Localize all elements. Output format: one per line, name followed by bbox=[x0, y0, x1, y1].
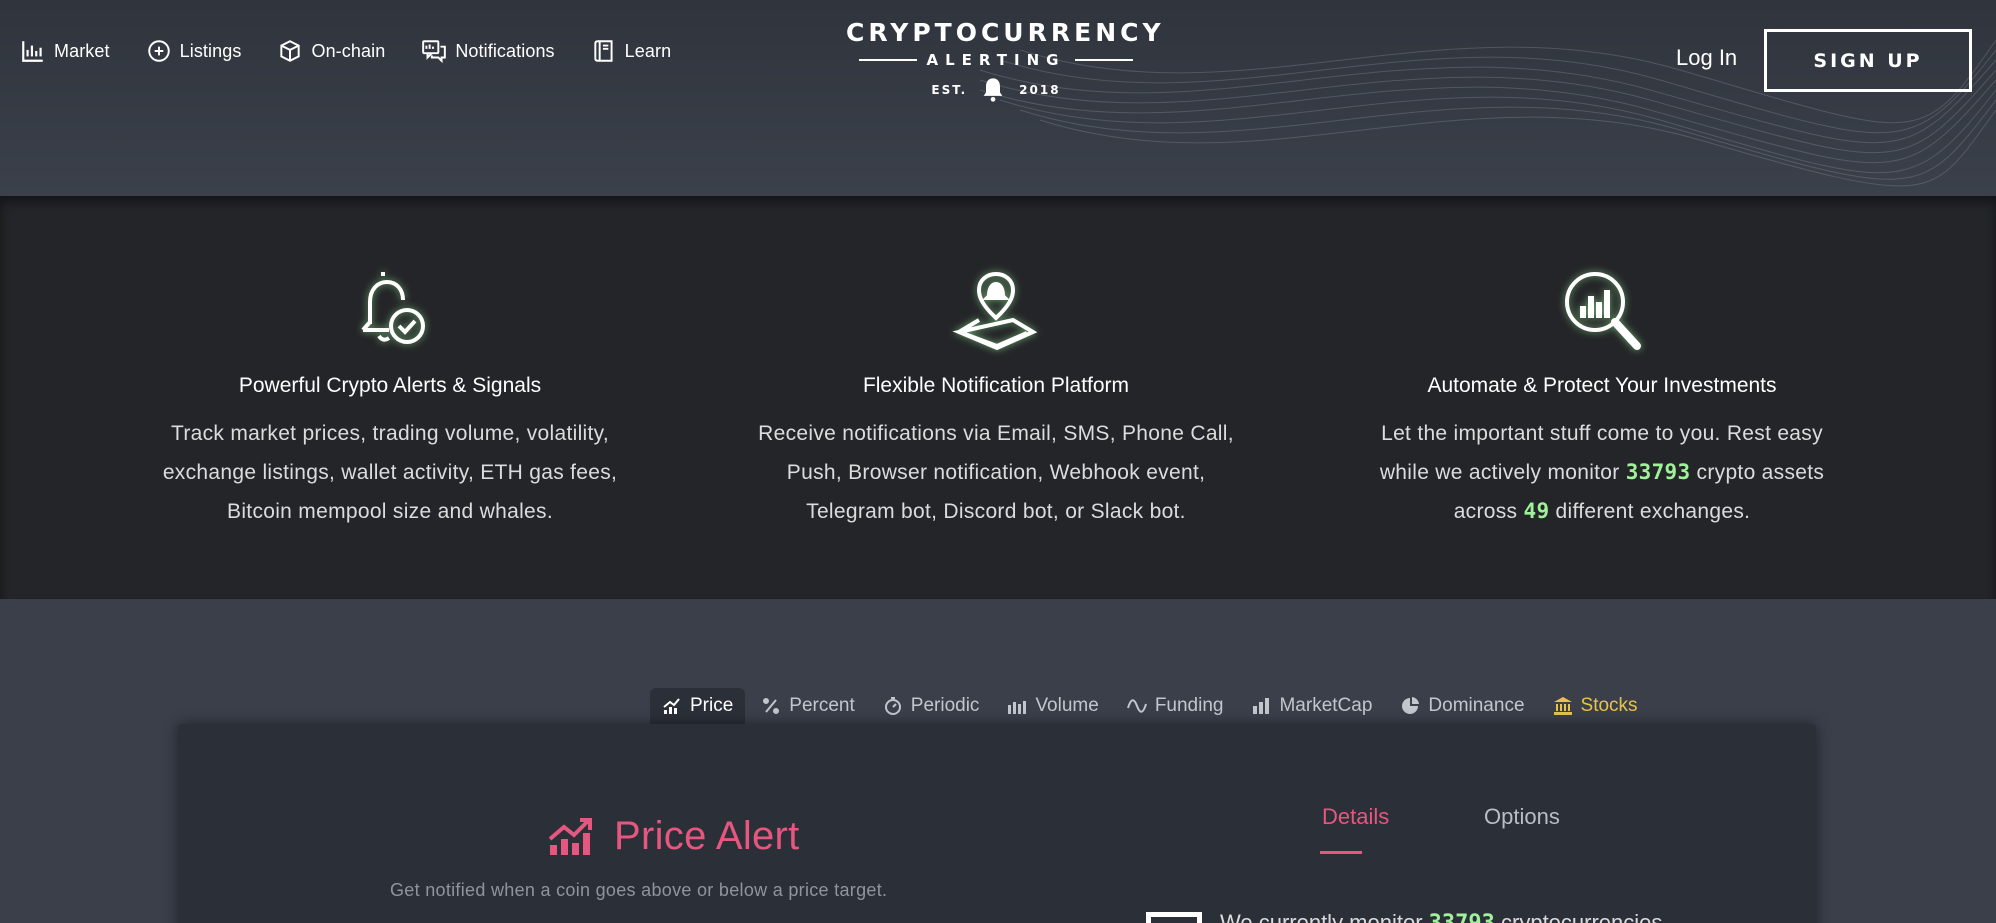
feature-title: Automate & Protect Your Investments bbox=[1427, 374, 1777, 397]
feature-title: Flexible Notification Platform bbox=[862, 374, 1130, 397]
tab-label: Stocks bbox=[1580, 695, 1638, 716]
magnifier-chart-icon bbox=[1565, 272, 1641, 350]
tab-percent[interactable]: Percent bbox=[749, 688, 866, 724]
logo-line1: CRYPTOCURRENCY bbox=[846, 18, 1165, 47]
logo-line2: ALERTING bbox=[926, 51, 1066, 69]
tab-options[interactable]: Options bbox=[1484, 804, 1560, 830]
logo-est-row: EST. 2018 bbox=[846, 76, 1146, 104]
details-tab-underline bbox=[1320, 851, 1362, 854]
tab-label: MarketCap bbox=[1279, 695, 1373, 716]
logo-rule-right bbox=[1075, 59, 1134, 61]
monitor-text-part: We currently monitor bbox=[1220, 910, 1429, 923]
logo-line2-row: ALERTING bbox=[846, 50, 1146, 70]
trend-up-icon bbox=[548, 817, 592, 855]
tab-funding[interactable]: Funding bbox=[1115, 688, 1236, 724]
monitor-count: 33793 bbox=[1429, 911, 1495, 923]
main-nav: Market Listings On-chain Notifications L… bbox=[20, 38, 707, 64]
tab-label: Percent bbox=[789, 695, 855, 716]
features-band: Powerful Crypto Alerts & Signals Track m… bbox=[0, 196, 1996, 599]
feature-line: while we actively monitor bbox=[1379, 461, 1626, 484]
nav-item-label: Notifications bbox=[455, 40, 555, 61]
plus-circle-icon bbox=[147, 40, 170, 62]
tab-dominance[interactable]: Dominance bbox=[1388, 688, 1536, 724]
feature-line: different exchanges. bbox=[1549, 500, 1751, 523]
logo-year: 2018 bbox=[1019, 83, 1061, 97]
panel-title-row: Price Alert bbox=[548, 814, 800, 859]
percent-icon bbox=[763, 698, 780, 714]
panel-title: Price Alert bbox=[614, 814, 800, 858]
exchange-count: 49 bbox=[1523, 499, 1550, 523]
tab-label: Price bbox=[690, 695, 734, 716]
monitor-text: We currently monitor 33793 cryptocurrenc… bbox=[1220, 910, 1662, 923]
column-chart-icon bbox=[1253, 698, 1270, 714]
tab-periodic[interactable]: Periodic bbox=[871, 688, 992, 724]
monitor-text-part: cryptocurrencies bbox=[1494, 910, 1663, 923]
bar-chart-icon bbox=[22, 41, 43, 62]
trend-up-icon bbox=[663, 698, 680, 714]
stopwatch-icon bbox=[884, 697, 901, 715]
feature-line: across bbox=[1453, 500, 1524, 523]
feature-alerts: Powerful Crypto Alerts & Signals Track m… bbox=[110, 266, 670, 531]
tab-label: Periodic bbox=[910, 695, 980, 716]
nav-item-notifications[interactable]: Notifications bbox=[421, 38, 555, 64]
bell-icon bbox=[983, 78, 1003, 102]
site-logo[interactable]: CRYPTOCURRENCY ALERTING EST. 2018 bbox=[846, 18, 1165, 108]
feature-line: Let the important stuff come to you. Res… bbox=[1381, 422, 1823, 445]
tab-stocks[interactable]: Stocks bbox=[1541, 688, 1650, 724]
nav-item-on-chain[interactable]: On-chain bbox=[277, 38, 385, 64]
tab-price[interactable]: Price bbox=[650, 688, 746, 724]
tab-label: Funding bbox=[1154, 695, 1224, 716]
feature-line: Push, Browser notification, Webhook even… bbox=[786, 461, 1206, 484]
bell-check-icon bbox=[361, 272, 425, 344]
nav-item-label: On-chain bbox=[311, 40, 386, 61]
feature-notifications: Flexible Notification Platform Receive n… bbox=[716, 266, 1276, 531]
nav-item-label: Market bbox=[54, 40, 110, 61]
cube-icon bbox=[280, 40, 301, 62]
feature-line: crypto assets bbox=[1690, 461, 1825, 484]
feature-description: Receive notifications via Email, SMS, Ph… bbox=[716, 414, 1276, 531]
tab-label: Volume bbox=[1035, 695, 1099, 716]
nav-item-listings[interactable]: Listings bbox=[146, 38, 242, 64]
feature-description: Track market prices, trading volume, vol… bbox=[110, 414, 670, 531]
nav-item-market[interactable]: Market bbox=[20, 38, 110, 64]
feature-line: Track market prices, trading volume, vol… bbox=[170, 422, 610, 445]
nav-item-learn[interactable]: Learn bbox=[591, 38, 672, 64]
site-header: Market Listings On-chain Notifications L… bbox=[0, 0, 1996, 196]
feature-line: exchange listings, wallet activity, ETH … bbox=[162, 461, 618, 484]
nav-item-label: Listings bbox=[179, 40, 242, 61]
feature-description: Let the important stuff come to you. Res… bbox=[1322, 414, 1882, 531]
login-link[interactable]: Log In bbox=[1676, 45, 1737, 71]
bank-icon bbox=[1553, 697, 1572, 715]
tab-details[interactable]: Details bbox=[1322, 804, 1389, 830]
alert-panel: Price Alert Get notified when a coin goe… bbox=[178, 724, 1816, 923]
phone-bell-pin-icon bbox=[952, 271, 1038, 351]
alert-type-tabs: Price Percent Periodic Volume Funding Ma… bbox=[650, 688, 1654, 724]
asset-count: 33793 bbox=[1625, 460, 1691, 484]
nav-item-label: Learn bbox=[624, 40, 672, 61]
volume-bars-icon bbox=[1008, 701, 1027, 714]
book-icon bbox=[594, 40, 613, 62]
signup-button[interactable]: SIGN UP bbox=[1764, 29, 1972, 92]
feature-automate: Automate & Protect Your Investments Let … bbox=[1322, 266, 1882, 531]
feature-line: Bitcoin mempool size and whales. bbox=[227, 500, 553, 523]
chat-bubbles-icon bbox=[422, 40, 447, 64]
feature-line: Receive notifications via Email, SMS, Ph… bbox=[758, 422, 1234, 445]
tab-label: Dominance bbox=[1428, 695, 1525, 716]
tab-volume[interactable]: Volume bbox=[995, 688, 1110, 724]
logo-est: EST. bbox=[931, 83, 968, 97]
tab-marketcap[interactable]: MarketCap bbox=[1239, 688, 1384, 724]
wave-icon bbox=[1126, 699, 1147, 713]
logo-rule-left bbox=[858, 59, 917, 61]
feature-line: Telegram bot, Discord bot, or Slack bot. bbox=[806, 500, 1186, 523]
monitor-icon bbox=[1146, 912, 1202, 923]
pie-chart-icon bbox=[1402, 697, 1420, 714]
feature-title: Powerful Crypto Alerts & Signals bbox=[238, 374, 542, 397]
panel-subtitle: Get notified when a coin goes above or b… bbox=[390, 880, 888, 900]
